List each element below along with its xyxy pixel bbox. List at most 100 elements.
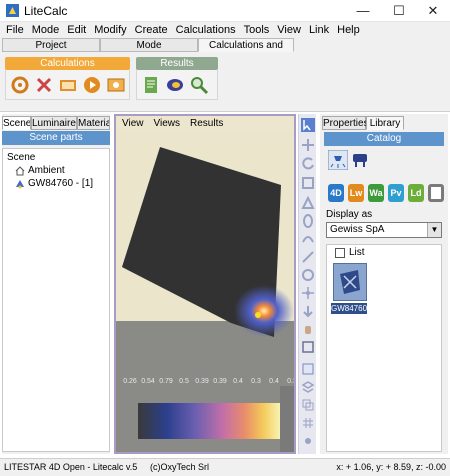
menu-help[interactable]: Help [333,22,364,38]
tree-item-label: Scene [7,152,36,163]
arc-icon[interactable] [301,232,315,246]
tab-properties[interactable]: Properties [322,116,369,130]
format-pv-button[interactable]: Pv [388,184,404,202]
viewport-menu-views[interactable]: Views [154,116,181,131]
status-bar: LITESTAR 4D Open - Litecalc v.5 (c)OxyTe… [0,458,450,476]
app-logo-icon [6,4,19,17]
tree-item-scene[interactable]: Scene [7,151,105,164]
menu-bar: File Mode Edit Modify Create Calculation… [0,22,450,38]
format-wa-button[interactable]: Wa [368,184,384,202]
calc-clear-icon[interactable] [34,75,54,95]
document-icon [431,187,441,199]
results-isolux-icon[interactable] [165,75,185,95]
format-ld-button[interactable]: Ld [408,184,424,202]
select-arrow-icon[interactable] [301,118,315,132]
luminaire-catalog-icon[interactable] [328,150,348,170]
tab-library[interactable]: Library [366,116,404,130]
chevron-down-icon[interactable]: ▼ [427,223,441,237]
scale-icon[interactable] [301,176,315,190]
menu-create[interactable]: Create [131,22,172,38]
grid-icon[interactable] [301,416,315,430]
menu-mode[interactable]: Mode [28,22,64,38]
list-checkbox[interactable] [335,248,345,258]
main-tabs: Project Mode Calculations and Results [0,38,450,65]
results-group: Results [136,57,218,100]
calc-film-icon[interactable] [58,75,78,95]
display-as-label: Display as [326,209,373,220]
viewport-menu-view[interactable]: View [122,116,144,131]
status-coordinates: x: + 1.06, y: + 8.59, z: -0.00 [336,462,446,472]
minimize-button[interactable]: — [346,0,380,22]
down-arrow-icon[interactable] [301,304,315,318]
calc-run-icon[interactable] [82,75,102,95]
menu-edit[interactable]: Edit [63,22,90,38]
copy-icon[interactable] [301,398,315,412]
format-other-button[interactable] [428,184,444,202]
scale-label: 0.39 [213,378,227,385]
menu-modify[interactable]: Modify [90,22,130,38]
furniture-catalog-icon[interactable] [350,150,370,170]
manufacturer-value: Gewiss SpA [330,224,385,235]
pan-icon[interactable] [301,286,315,300]
extrude-icon[interactable] [301,196,315,210]
status-copyright: (c)OxyTech Srl [150,462,210,472]
format-lw-button[interactable]: Lw [348,184,364,202]
scene-panel: Scene Luminaires Materials Scene parts S… [2,114,110,454]
measure-icon[interactable] [301,250,315,264]
luminaire-preview-icon [334,264,366,300]
color-scale-bar [138,403,280,439]
scene-parts-header: Scene parts [2,131,110,145]
move-icon[interactable] [301,138,315,152]
manufacturer-select[interactable]: Gewiss SpA ▼ [326,222,442,238]
tree-item-ambient[interactable]: Ambient [7,164,105,177]
note-icon[interactable] [301,362,315,376]
menu-tools[interactable]: Tools [240,22,274,38]
luminaire-thumbnail-label[interactable]: GW84760 [331,303,367,314]
rotate-icon[interactable] [301,156,315,170]
zoom-extents-icon[interactable] [301,340,315,354]
results-zoom-icon[interactable] [189,75,209,95]
viewport-canvas[interactable]: 0.26 0.54 0.79 0.5 0.39 0.39 0.4 0.3 0.4 0.3 [116,131,294,452]
scale-labels: 0.26 0.54 0.79 0.5 0.39 0.39 0.4 0.3 0.4 0.3 [123,378,294,385]
viewport-menu-results[interactable]: Results [190,116,223,131]
maximize-button[interactable]: ☐ [382,0,416,22]
scale-label: 0.5 [179,378,189,385]
results-report-icon[interactable] [141,75,161,95]
menu-file[interactable]: File [2,22,28,38]
snap-icon[interactable] [301,434,315,448]
scale-label: 0.3 [251,378,261,385]
tree-item-luminaire[interactable]: GW84760 - [1] [7,177,105,190]
catalog-header: Catalog [324,132,444,146]
tab-mode[interactable]: Mode [100,38,198,52]
scale-label: 0.3 [287,378,294,385]
tab-project[interactable]: Project [2,38,100,52]
format-4d-button[interactable]: 4D [328,184,344,202]
close-button[interactable]: ✕ [416,0,450,22]
menu-link[interactable]: Link [305,22,333,38]
wall-edge [280,386,294,452]
tab-materials[interactable]: Materials [77,116,110,130]
calc-settings-icon[interactable] [10,75,30,95]
scene-panel-tabs: Scene Luminaires Materials [2,114,110,130]
menu-calculations[interactable]: Calculations [172,22,240,38]
hand-icon[interactable] [301,322,315,336]
tab-scene[interactable]: Scene [2,116,31,130]
scale-label: 0.39 [195,378,209,385]
window-title: LiteCalc [24,4,68,18]
layers-icon[interactable] [301,380,315,394]
luminaire-thumbnail[interactable] [333,263,367,301]
viewport-menu: View Views Results [116,116,294,131]
menu-view[interactable]: View [273,22,305,38]
results-group-header: Results [136,57,218,70]
render-viewport[interactable]: View Views Results 0.26 0.54 0.79 0.5 0.… [114,114,296,454]
scale-label: 0.4 [269,378,279,385]
tab-calculations-and-results[interactable]: Calculations and Results [198,38,294,65]
tree-item-label: Ambient [28,165,65,176]
orbit-icon[interactable] [301,268,315,282]
list-checkbox-label: List [349,247,365,258]
cylinder-icon[interactable] [301,214,315,228]
tab-luminaires[interactable]: Luminaires [31,116,77,130]
calculations-group: Calculations [5,57,130,100]
calc-render-icon[interactable] [106,75,126,95]
scale-label: 0.26 [123,378,137,385]
